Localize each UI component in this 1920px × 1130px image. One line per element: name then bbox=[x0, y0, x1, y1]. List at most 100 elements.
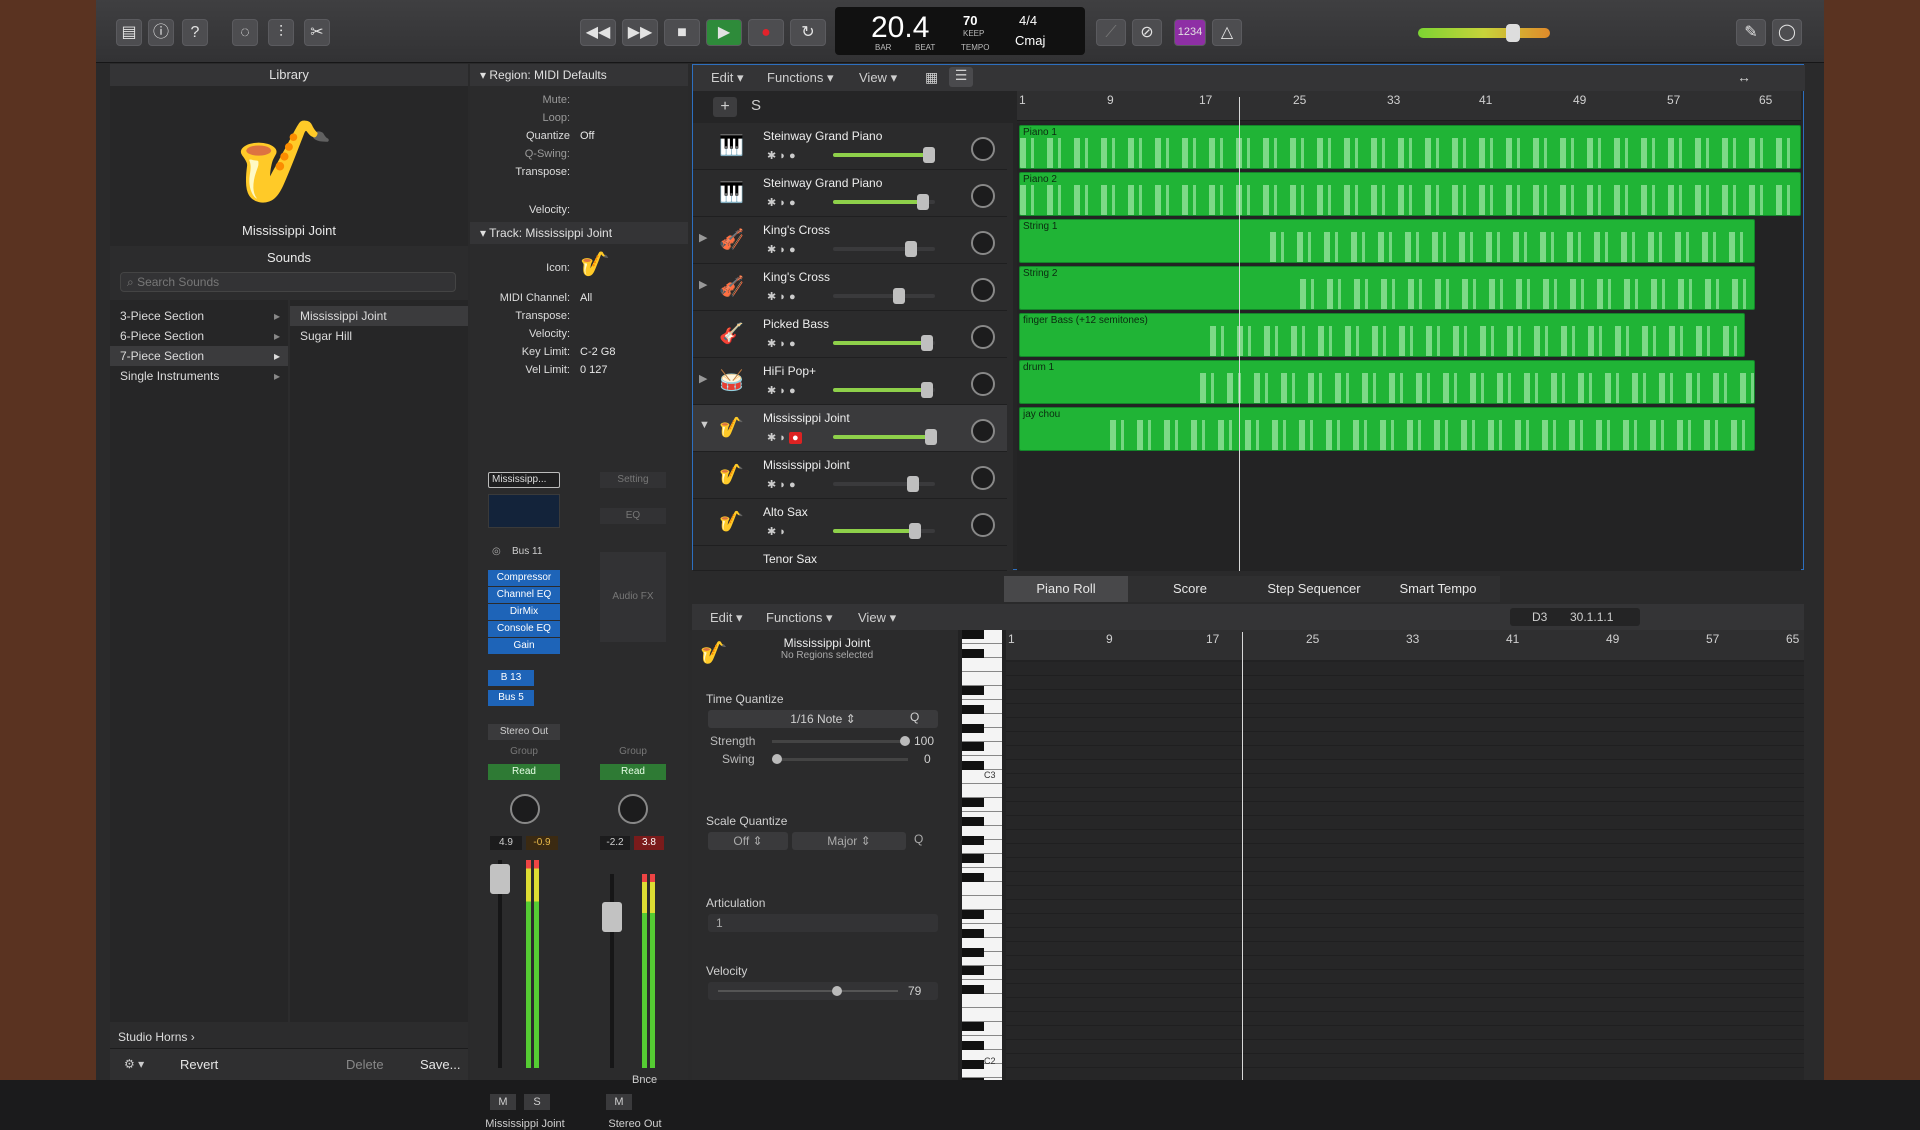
quantize-value[interactable]: Off bbox=[580, 130, 594, 142]
save-button[interactable]: Save... bbox=[420, 1057, 460, 1072]
group-button[interactable]: Group bbox=[488, 746, 560, 760]
pan-knob[interactable] bbox=[971, 513, 995, 537]
midi-region[interactable]: Piano 1 bbox=[1019, 125, 1801, 169]
zoom-icon[interactable]: ↔ bbox=[1737, 69, 1751, 85]
tab-score[interactable]: Score bbox=[1128, 576, 1252, 602]
midi-region[interactable]: drum 1 bbox=[1019, 360, 1755, 404]
track-controls[interactable]: ✱ ◗ ● bbox=[767, 431, 802, 444]
inspector-button-icon[interactable]: ⓘ bbox=[148, 19, 174, 46]
vel-limit-value[interactable]: 0 127 bbox=[580, 364, 608, 376]
editors-scissors-icon[interactable]: ✂ bbox=[304, 19, 330, 46]
category-single-instruments[interactable]: Single Instruments ▸ bbox=[110, 366, 288, 386]
key-limit-value[interactable]: C-2 G8 bbox=[580, 346, 615, 358]
plugin-console-eq[interactable]: Console EQ bbox=[488, 621, 560, 637]
track-name[interactable]: Tenor Sax bbox=[763, 552, 817, 566]
add-track-icon[interactable]: + bbox=[713, 97, 737, 117]
out-eq-button[interactable]: EQ bbox=[600, 508, 666, 524]
midi-channel-value[interactable]: All bbox=[580, 292, 592, 304]
track-controls[interactable]: ✱ ◗ ● bbox=[767, 384, 796, 397]
metronome-icon[interactable]: △ bbox=[1212, 19, 1242, 46]
tracks-edit-menu[interactable]: Edit ▾ bbox=[711, 70, 744, 86]
automation-read-button[interactable]: Read bbox=[488, 764, 560, 780]
library-button-icon[interactable]: ▤ bbox=[116, 19, 142, 46]
track-name[interactable]: HiFi Pop+ bbox=[763, 364, 816, 378]
browser-search-icon[interactable]: ◯ bbox=[1772, 19, 1802, 46]
pan-knob[interactable] bbox=[971, 372, 995, 396]
search-sounds-field[interactable]: ⌕ Search Sounds bbox=[120, 272, 456, 292]
pr-edit-menu[interactable]: Edit ▾ bbox=[710, 610, 743, 626]
disclosure-triangle-icon[interactable]: ▶ bbox=[699, 231, 707, 244]
track-header[interactable]: ▶ 🥁 HiFi Pop+ ✱ ◗ ● bbox=[693, 358, 1007, 405]
track-name[interactable]: Mississippi Joint bbox=[763, 411, 850, 425]
track-list-icon[interactable]: ☰ bbox=[949, 67, 973, 87]
tab-smart-tempo[interactable]: Smart Tempo bbox=[1376, 576, 1500, 602]
track-name[interactable]: Picked Bass bbox=[763, 317, 829, 331]
quantize-label[interactable]: Quantize bbox=[470, 130, 570, 142]
volume-fader[interactable] bbox=[490, 864, 510, 894]
eq-thumbnail[interactable] bbox=[488, 494, 560, 528]
rewind-icon[interactable]: ◀◀ bbox=[580, 19, 616, 46]
tuner-icon[interactable]: ⟋ bbox=[1096, 19, 1126, 46]
swing-slider[interactable] bbox=[772, 754, 908, 764]
note-pad-icon[interactable]: ✎ bbox=[1736, 19, 1766, 46]
pan-knob[interactable] bbox=[971, 466, 995, 490]
library-path[interactable]: Studio Horns › bbox=[118, 1030, 195, 1044]
key-signature[interactable]: Cmaj bbox=[1015, 33, 1045, 48]
quantize-q-button[interactable]: Q bbox=[910, 710, 919, 724]
out-volume-fader[interactable] bbox=[602, 902, 622, 932]
velocity-slider[interactable]: 79 bbox=[708, 982, 938, 1000]
time-signature[interactable]: 4/4 bbox=[1019, 13, 1037, 28]
track-name[interactable]: Mississippi Joint bbox=[763, 458, 850, 472]
out-audio-fx[interactable]: Audio FX bbox=[600, 552, 666, 642]
record-icon[interactable]: ● bbox=[748, 19, 784, 46]
gear-icon[interactable]: ⚙ ▾ bbox=[124, 1057, 144, 1071]
cycle-icon[interactable]: ↻ bbox=[790, 19, 826, 46]
lcd-display[interactable]: 20.4 BAR BEAT 70 KEEP TEMPO 4/4 Cmaj bbox=[835, 7, 1085, 55]
pan-knob[interactable] bbox=[971, 419, 995, 443]
plugin-compressor[interactable]: Compressor bbox=[488, 570, 560, 586]
tracks-view-menu[interactable]: View ▾ bbox=[859, 70, 897, 86]
note-grid[interactable] bbox=[1006, 632, 1804, 1080]
patch-sugar-hill[interactable]: Sugar Hill bbox=[290, 326, 468, 346]
track-header[interactable]: 🎹 Steinway Grand Piano ✱ ◗ ● bbox=[693, 170, 1007, 217]
out-group-button[interactable]: Group bbox=[600, 746, 666, 760]
pr-functions-menu[interactable]: Functions ▾ bbox=[766, 610, 833, 626]
track-header[interactable]: ▶ 🎻 King's Cross ✱ ◗ ● bbox=[693, 264, 1007, 311]
timeline-ruler[interactable]: 1 9 17 25 33 41 49 57 65 bbox=[1017, 91, 1801, 121]
track-controls[interactable]: ✱ ◗ ● bbox=[767, 337, 796, 350]
track-controls[interactable]: ✱ ◗ ● bbox=[767, 243, 796, 256]
output-button[interactable]: Stereo Out bbox=[488, 724, 560, 740]
midi-region[interactable]: jay chou bbox=[1019, 407, 1755, 451]
link-icon[interactable]: ◎ bbox=[492, 546, 501, 557]
track-name[interactable]: King's Cross bbox=[763, 270, 830, 284]
track-header[interactable]: 🎸 Picked Bass ✱ ◗ ● bbox=[693, 311, 1007, 358]
midi-region[interactable]: String 2 bbox=[1019, 266, 1755, 310]
grid-view-icon[interactable]: ▦ bbox=[925, 69, 938, 86]
track-name[interactable]: Steinway Grand Piano bbox=[763, 129, 882, 143]
forward-icon[interactable]: ▶▶ bbox=[622, 19, 658, 46]
plugin-gain[interactable]: Gain bbox=[488, 638, 560, 654]
pr-playhead[interactable] bbox=[1242, 632, 1243, 1080]
bounce-button[interactable]: Bnce bbox=[632, 1074, 657, 1086]
track-name[interactable]: King's Cross bbox=[763, 223, 830, 237]
mixer-icon[interactable]: ⫶ bbox=[268, 19, 294, 46]
track-controls[interactable]: ✱ ◗ ● bbox=[767, 149, 796, 162]
scale-mode-select[interactable]: Major ⇕ bbox=[792, 832, 906, 850]
master-volume-slider[interactable] bbox=[1418, 24, 1550, 42]
track-header-selected[interactable]: ▼ 🎷 Mississippi Joint ✱ ◗ ● bbox=[693, 405, 1007, 452]
out-setting-button[interactable]: Setting bbox=[600, 472, 666, 488]
pan-knob[interactable] bbox=[971, 184, 995, 208]
count-in-button[interactable]: 1234 bbox=[1174, 19, 1206, 46]
patch-mississippi-joint[interactable]: Mississippi Joint bbox=[290, 306, 468, 326]
scale-q-button[interactable]: Q bbox=[914, 832, 923, 846]
pan-knob[interactable] bbox=[971, 325, 995, 349]
track-header[interactable]: 🎷 Alto Sax ✱ ◗ bbox=[693, 499, 1007, 546]
solo-button[interactable]: S bbox=[524, 1094, 550, 1110]
pr-ruler[interactable]: 1 9 17 25 33 41 49 57 65 bbox=[1006, 630, 1804, 660]
track-name[interactable]: Alto Sax bbox=[763, 505, 808, 519]
help-button-icon[interactable]: ? bbox=[182, 19, 208, 46]
track-header[interactable]: Tenor Sax bbox=[693, 546, 1007, 571]
send-b13[interactable]: B 13 bbox=[488, 670, 534, 686]
plugin-channel-eq[interactable]: Channel EQ bbox=[488, 587, 560, 603]
tracks-functions-menu[interactable]: Functions ▾ bbox=[767, 70, 834, 86]
